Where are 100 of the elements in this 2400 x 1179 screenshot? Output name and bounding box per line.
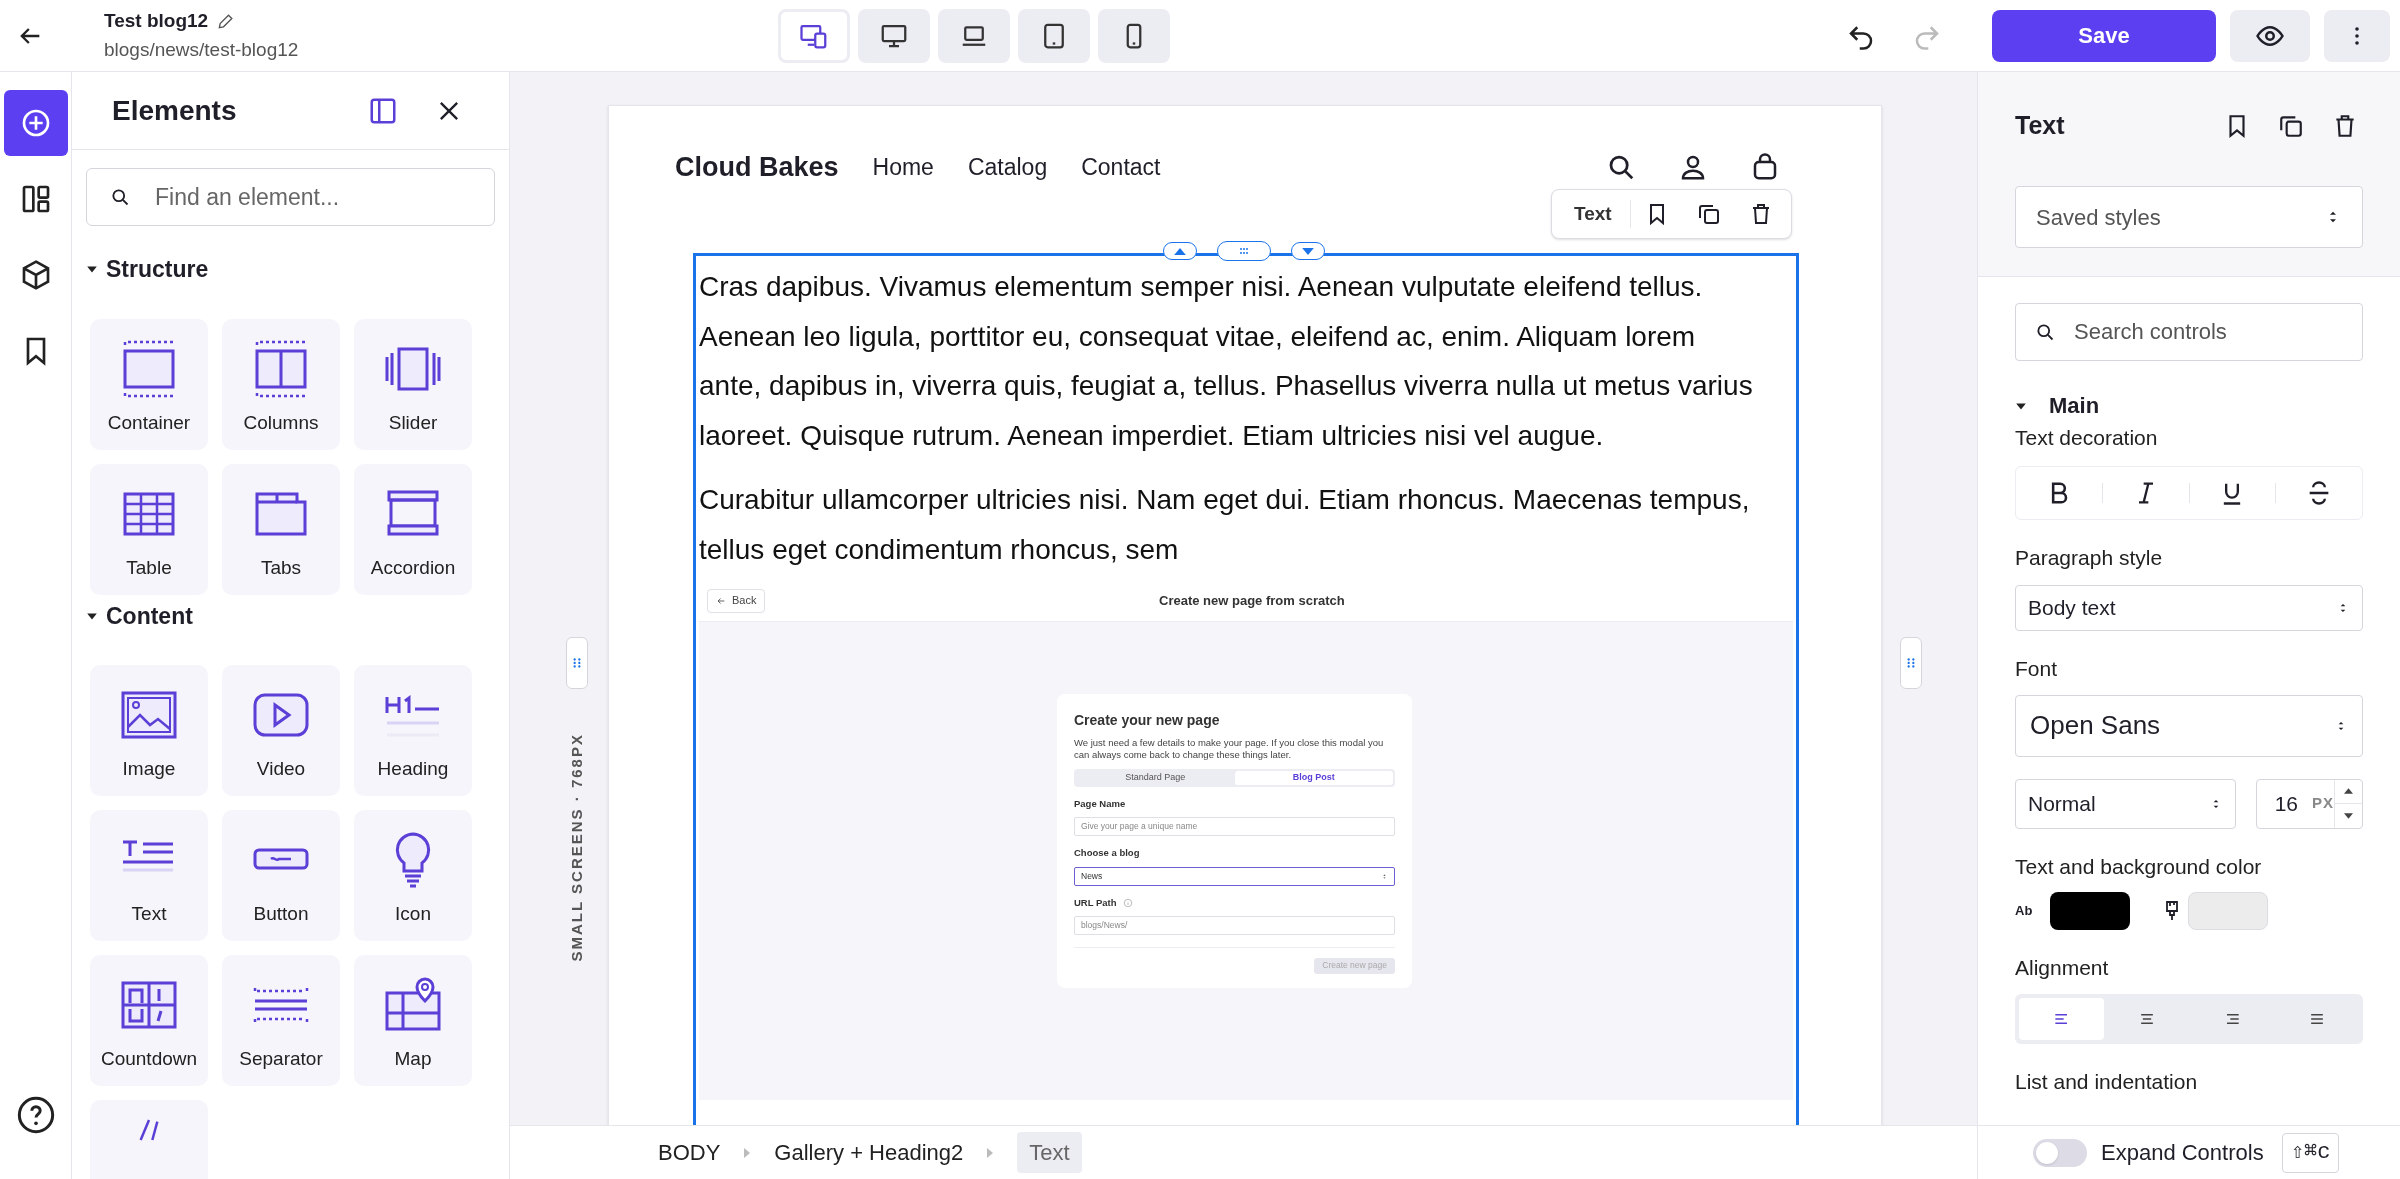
- element-tile[interactable]: Slider: [354, 318, 472, 450]
- select-value: News: [1081, 869, 1104, 883]
- element-type-label: Text: [1556, 199, 1631, 229]
- toggle-label: Expand Controls: [2101, 1139, 2264, 1167]
- tile-label: Map: [394, 1047, 432, 1071]
- expand-controls-toggle[interactable]: [2033, 1138, 2087, 1167]
- search-field[interactable]: Search controls: [2015, 303, 2363, 361]
- resize-handle[interactable]: [1900, 637, 1922, 689]
- field-label: Choose a blog: [1074, 846, 1140, 861]
- rail-button[interactable]: [3, 90, 68, 156]
- element-tile[interactable]: Separator: [222, 955, 340, 1086]
- element-tile[interactable]: Columns: [222, 318, 340, 450]
- element-tile[interactable]: Countdown: [90, 955, 208, 1086]
- text-color-label: Ab: [2015, 902, 2033, 921]
- unit-label: PX: [2312, 793, 2334, 814]
- text-field: blogs/News/: [1074, 915, 1395, 935]
- tile-label: Icon: [395, 902, 431, 926]
- element-tile[interactable]: Image: [90, 665, 208, 796]
- control-label: Font: [2015, 656, 2059, 682]
- element-tile[interactable]: Tabs: [222, 463, 340, 595]
- selected-text-block[interactable]: [693, 253, 1799, 1125]
- element-tile[interactable]: Table: [90, 463, 208, 595]
- background-color-swatch[interactable]: [2188, 892, 2269, 930]
- element-tile[interactable]: Video: [222, 665, 340, 796]
- select-value: Body text: [2028, 595, 2117, 622]
- font-weight-select[interactable]: Normal: [2015, 778, 2236, 829]
- element-tile[interactable]: Map: [354, 955, 472, 1086]
- nav-link[interactable]: Catalog: [967, 149, 1048, 185]
- tile-label: Image: [122, 757, 176, 781]
- down-arrow-icon: [1302, 247, 1314, 255]
- field-value: 16: [2274, 790, 2298, 817]
- tile-label: Table: [126, 555, 172, 580]
- saved-styles-select[interactable]: Saved styles: [2015, 186, 2363, 248]
- tile-label: Columns: [243, 410, 319, 435]
- drag-handle[interactable]: [1217, 241, 1271, 261]
- help-icon: [15, 1095, 56, 1135]
- breadcrumb-item[interactable]: Gallery + Heading2: [774, 1136, 964, 1169]
- text-field: Give your page a unique name: [1074, 817, 1395, 837]
- device-toggle[interactable]: [778, 8, 851, 63]
- tile-label: Accordion: [370, 555, 456, 580]
- tile-label: Text: [131, 902, 167, 926]
- modal-title: Create your new page: [1074, 711, 1221, 730]
- section-heading[interactable]: Content: [106, 598, 193, 633]
- element-tile[interactable]: Button: [222, 810, 340, 941]
- copy-icon: [2278, 113, 2304, 139]
- body-paragraph: Curabitur ullamcorper ultricies nisi. Nam eget dui. Etiam rhoncus. Maecenas tempus, tellus eget condimentum rhoncus, sem: [699, 483, 1751, 567]
- site-brand: Cloud Bakes: [675, 150, 839, 184]
- element-tile[interactable]: Heading: [354, 665, 472, 796]
- tile-label: Separator: [239, 1047, 323, 1071]
- move-down-handle[interactable]: [1291, 242, 1325, 260]
- font-select[interactable]: Open Sans: [2015, 694, 2363, 757]
- back-button: Back: [707, 588, 766, 613]
- element-tile[interactable]: Icon: [354, 810, 472, 941]
- device-toggle[interactable]: [938, 8, 1011, 63]
- keyboard-shortcut: ⇧⌘c: [2281, 1132, 2340, 1173]
- control-label: Text decoration: [2015, 425, 2159, 451]
- info-icon: [1122, 897, 1133, 908]
- device-toggle[interactable]: [858, 8, 931, 63]
- field-label: Page Name: [1074, 797, 1126, 811]
- tile-label: Tabs: [260, 555, 302, 580]
- font-size-field[interactable]: 16 PX: [2255, 778, 2363, 829]
- down-arrow-icon: [2344, 812, 2353, 819]
- chevron-icon: [744, 1147, 751, 1158]
- search-icon: [2035, 322, 2055, 342]
- resize-handle[interactable]: [566, 637, 588, 689]
- device-toggle[interactable]: [1018, 8, 1091, 63]
- nav-link[interactable]: Home: [872, 149, 934, 185]
- device-toggle[interactable]: [1098, 8, 1171, 63]
- element-tile[interactable]: Text: [90, 810, 208, 941]
- control-label: List and indentation: [2015, 1068, 2199, 1095]
- section-heading[interactable]: Structure: [106, 252, 209, 287]
- text-color-swatch[interactable]: [2050, 892, 2131, 930]
- tile-label: Heading: [377, 757, 449, 781]
- screen-size-label: SMALL SCREENS · 768PX: [566, 732, 586, 962]
- page-type-tab: Blog Post: [1234, 771, 1393, 785]
- select-value: Normal: [2028, 790, 2097, 817]
- copy-icon: [1696, 202, 1721, 226]
- modal-description: We just need a few details to make your page. If you close this modal you can always come back to change these things later.: [1074, 737, 1385, 761]
- section-heading[interactable]: Main: [2049, 389, 2100, 422]
- select-value: Open Sans: [2030, 709, 2162, 742]
- control-label: Paragraph style: [2015, 544, 2164, 571]
- properties-title: Text: [2015, 110, 2065, 142]
- brush-icon: [139, 1118, 159, 1142]
- element-tile[interactable]: Container: [90, 318, 208, 450]
- tile-label: Button: [253, 902, 309, 926]
- search-field[interactable]: Find an element...: [86, 168, 495, 226]
- breadcrumb-item[interactable]: Text: [1017, 1132, 1082, 1173]
- element-tile[interactable]: Accordion: [354, 463, 472, 595]
- paragraph-style-select[interactable]: Body text: [2015, 585, 2363, 631]
- control-label: Alignment: [2015, 955, 2110, 981]
- up-arrow-icon: [2344, 788, 2353, 795]
- nav-link[interactable]: Contact: [1081, 149, 1161, 185]
- move-up-handle[interactable]: [1163, 242, 1197, 260]
- tile-label: Container: [107, 410, 191, 435]
- breadcrumb-item[interactable]: BODY: [658, 1136, 721, 1169]
- page-title: Test blog12: [104, 9, 209, 33]
- chevron-icon: [987, 1147, 994, 1158]
- preview-button[interactable]: [2230, 9, 2310, 62]
- save-button[interactable]: Save: [1992, 9, 2216, 62]
- tile-label: Slider: [388, 410, 438, 435]
